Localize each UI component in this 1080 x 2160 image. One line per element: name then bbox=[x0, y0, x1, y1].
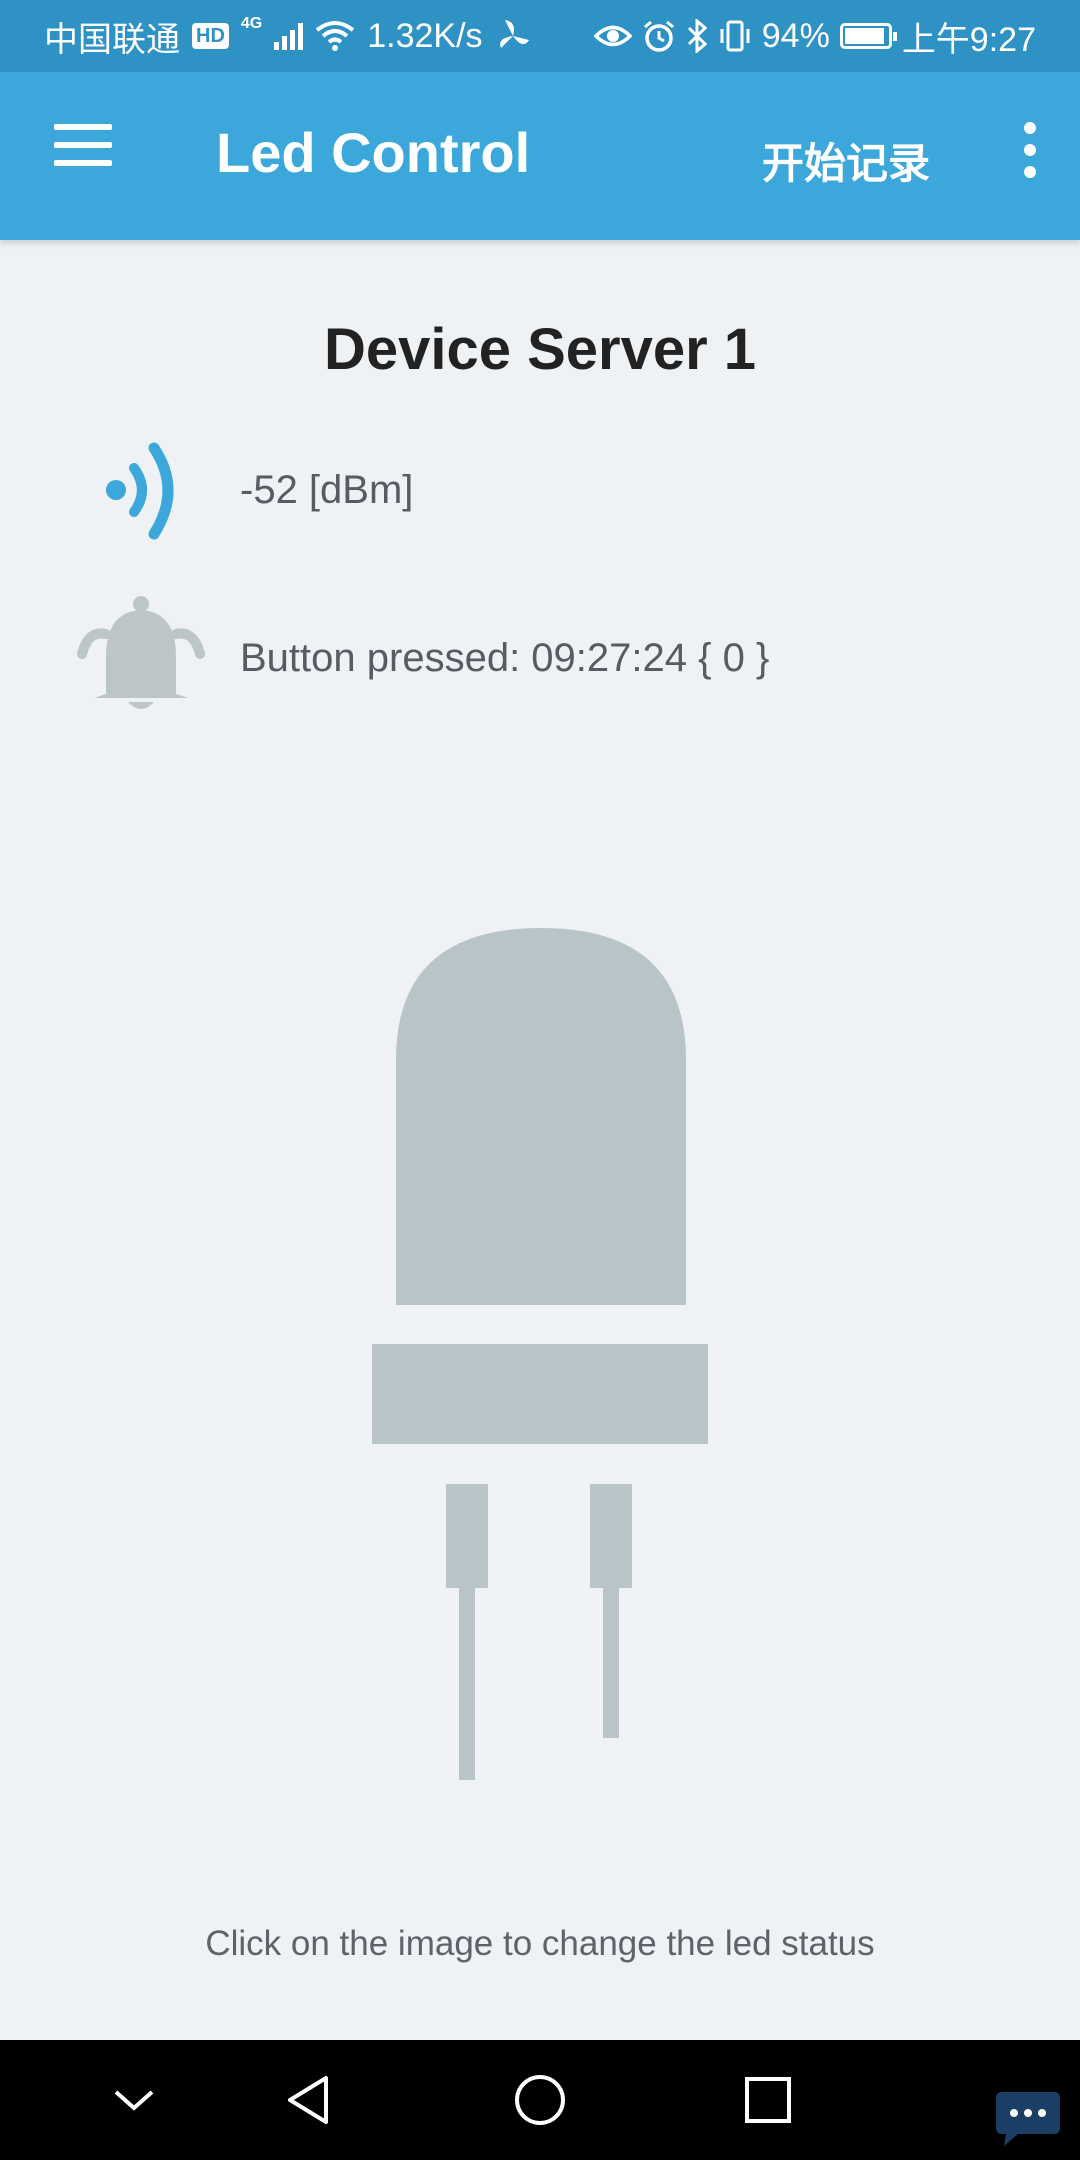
network-type-label: 4G bbox=[240, 15, 263, 32]
app-title: Led Control bbox=[216, 121, 531, 184]
led-lead-right-top bbox=[590, 1484, 632, 1588]
led-base bbox=[372, 1344, 708, 1444]
battery-percent: 94% bbox=[761, 16, 830, 55]
alarm-icon bbox=[643, 20, 674, 52]
home-icon[interactable] bbox=[500, 2060, 580, 2140]
app-bar: Led Control 开始记录 bbox=[0, 72, 1080, 240]
chat-icon[interactable] bbox=[992, 2088, 1072, 2152]
chevron-down-icon[interactable] bbox=[94, 2060, 174, 2140]
status-bar: 中国联通 HD 4G 1.32K/s 94% 上午9:27 bbox=[0, 0, 1080, 72]
menu-icon[interactable] bbox=[54, 124, 114, 184]
button-pressed-status: Button pressed: 09:27:24 { 0 } bbox=[240, 636, 770, 680]
fan-icon bbox=[499, 20, 529, 48]
led-lead-left-top bbox=[446, 1484, 488, 1588]
bell-icon bbox=[77, 596, 205, 709]
status-right: 94% 上午9:27 bbox=[593, 0, 1036, 72]
signal-strength-icon bbox=[106, 442, 174, 540]
led-image[interactable] bbox=[360, 920, 720, 1870]
rssi-value: -52 [dBm] bbox=[240, 468, 414, 512]
overflow-menu-icon[interactable] bbox=[1010, 122, 1050, 190]
hint-text: Click on the image to change the led sta… bbox=[205, 1924, 875, 1963]
device-title: Device Server 1 bbox=[323, 317, 757, 382]
navigation-bar bbox=[0, 2040, 1080, 2160]
bluetooth-icon bbox=[687, 19, 707, 53]
vibrate-icon bbox=[720, 20, 750, 52]
led-lead-left bbox=[459, 1588, 475, 1780]
led-dome bbox=[396, 928, 686, 1305]
rssi-row: -52 [dBm] bbox=[100, 430, 1000, 550]
clock: 上午9:27 bbox=[901, 20, 1036, 59]
button-status-row: Button pressed: 09:27:24 { 0 } bbox=[76, 590, 976, 720]
recents-icon[interactable] bbox=[728, 2060, 808, 2140]
battery-icon bbox=[839, 23, 897, 49]
eye-icon bbox=[593, 25, 632, 47]
wifi-icon bbox=[316, 21, 355, 51]
hd-icon: HD bbox=[192, 23, 229, 49]
carrier-label: 中国联通 bbox=[44, 20, 180, 59]
signal-icon bbox=[274, 22, 304, 50]
network-speed: 1.32K/s bbox=[367, 16, 483, 55]
led-lead-right bbox=[603, 1588, 619, 1738]
start-recording-button[interactable]: 开始记录 bbox=[762, 130, 930, 191]
back-icon[interactable] bbox=[270, 2060, 350, 2140]
status-left: 中国联通 HD 4G 1.32K/s bbox=[44, 0, 531, 72]
